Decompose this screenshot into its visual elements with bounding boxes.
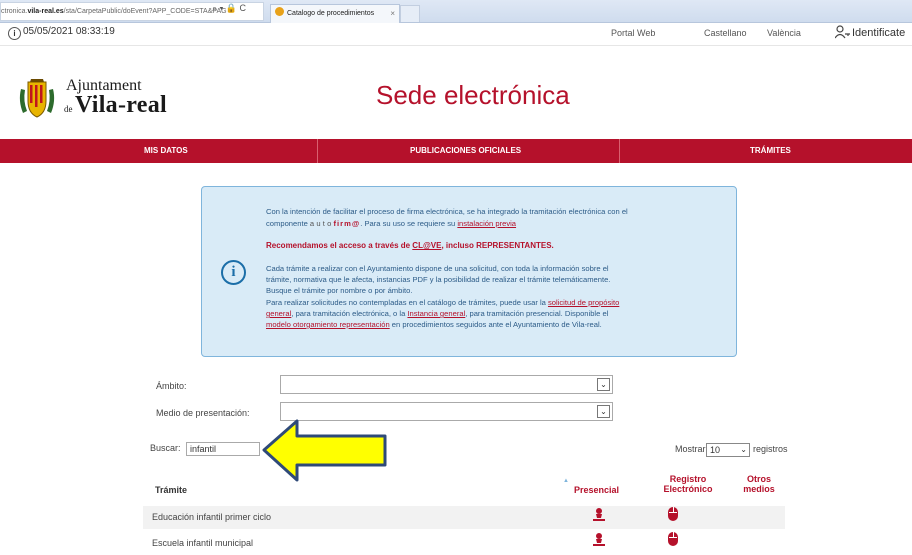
mouse-icon[interactable] xyxy=(668,507,678,521)
recommendation-text: Recomendamos el acceso a través de xyxy=(266,241,413,250)
url-domain: vila-real.es xyxy=(27,8,64,15)
registros-label: registros xyxy=(753,444,788,454)
chevron-down-icon: ⌄ xyxy=(740,445,747,454)
recommendation-line: Recomendamos el acceso a través de CL@VE… xyxy=(266,241,554,250)
mouse-icon[interactable] xyxy=(668,532,678,546)
info-text: Para realizar solicitudes no contemplada… xyxy=(266,298,548,307)
clock-icon: i xyxy=(8,27,21,40)
person-icon[interactable] xyxy=(593,508,605,524)
info-text-line: Busque el trámite por nombre o por ámbit… xyxy=(266,286,413,295)
ambito-select[interactable]: ⌄ xyxy=(280,375,613,394)
recommendation-text: , incluso REPRESENTANTES. xyxy=(441,241,554,250)
url-path: /sta/CarpetaPublic/doEvent?APP_CODE=STA&… xyxy=(63,8,227,15)
column-header-presencial[interactable]: Presencial xyxy=(574,485,619,495)
search-input[interactable] xyxy=(186,442,260,456)
mostrar-label: Mostrar xyxy=(675,444,706,454)
language-valencia-link[interactable]: València xyxy=(767,28,801,38)
tab-title: Catalogo de procedimientos xyxy=(287,10,375,17)
user-key-icon[interactable] xyxy=(834,25,851,42)
logo-text-de: de xyxy=(64,104,73,114)
nav-divider xyxy=(317,139,318,163)
sort-ascending-icon[interactable]: ▲ xyxy=(563,478,569,484)
clave-link[interactable]: CL@VE xyxy=(412,241,441,250)
yellow-arrow-icon xyxy=(261,418,389,483)
vila-real-coat-of-arms-logo[interactable] xyxy=(18,79,56,119)
browser-tab[interactable]: Catalogo de procedimientos × xyxy=(270,4,400,23)
tramite-name[interactable]: Educación infantil primer ciclo xyxy=(152,512,271,522)
page-title: Sede electrónica xyxy=(376,80,570,110)
column-header-text: medios xyxy=(743,484,775,494)
main-nav: MIS DATOS PUBLICACIONES OFICIALES TRÁMIT… xyxy=(0,139,912,163)
url-prefix: ctronica. xyxy=(1,8,28,15)
column-header-text: Registro xyxy=(669,474,707,484)
info-text-line: modelo otorgamiento representación en pr… xyxy=(266,320,602,329)
login-link[interactable]: Identificate xyxy=(852,27,905,39)
solicitud-proposito-general-link[interactable]: solicitud de propósito xyxy=(548,298,619,307)
info-text: , para tramitación electrónica, o la xyxy=(291,309,408,318)
info-text-line: Para realizar solicitudes no contemplada… xyxy=(266,298,619,307)
datetime: 05/05/2021 08:33:19 xyxy=(23,26,115,37)
new-tab-button[interactable] xyxy=(400,5,420,22)
nav-publicaciones-oficiales[interactable]: PUBLICACIONES OFICIALES xyxy=(410,139,521,163)
person-icon[interactable] xyxy=(593,533,605,549)
page-size-value: 10 xyxy=(710,445,721,455)
info-text-line: trámite, normativa que le afecta, instan… xyxy=(266,275,611,284)
table-row[interactable]: Educación infantil primer ciclo xyxy=(143,506,785,529)
nav-divider xyxy=(619,139,620,163)
tab-close-icon[interactable]: × xyxy=(390,5,395,23)
medio-presentacion-label: Medio de presentación: xyxy=(156,408,250,418)
info-text-line: Con la intención de facilitar el proceso… xyxy=(266,207,628,216)
portal-web-link[interactable]: Portal Web xyxy=(611,28,655,38)
info-text-line: general, para tramitación electrónica, o… xyxy=(266,309,608,318)
column-header-text: Electrónico xyxy=(663,484,713,494)
column-header-tramite[interactable]: Trámite xyxy=(155,485,187,495)
autofirma-logo-text: firm@ xyxy=(333,219,361,228)
info-text: , para tramitación presencial. Disponibl… xyxy=(465,309,609,318)
instancia-general-link[interactable]: Instancia general xyxy=(407,309,465,318)
info-text-line: componente autofirm@. Para su uso se req… xyxy=(266,219,516,228)
column-header-otros-medios[interactable]: Otros medios xyxy=(734,474,784,494)
nav-tramites[interactable]: TRÁMITES xyxy=(750,139,791,163)
column-header-registro-electronico[interactable]: Registro Electrónico xyxy=(658,474,718,494)
column-header-text: Otros xyxy=(746,474,771,484)
modelo-representacion-link[interactable]: modelo otorgamiento representación xyxy=(266,320,390,329)
instalacion-previa-link[interactable]: instalación previa xyxy=(457,219,516,228)
chevron-down-icon: ⌄ xyxy=(597,405,610,418)
language-castellano-link[interactable]: Castellano xyxy=(704,28,747,38)
nav-mis-datos[interactable]: MIS DATOS xyxy=(144,139,188,163)
page-size-select[interactable]: 10 ⌄ xyxy=(706,443,750,457)
solicitud-proposito-general-link[interactable]: general xyxy=(266,309,291,318)
address-bar-icons[interactable]: ⌕ ▾ 🔒 C xyxy=(212,3,246,14)
info-text: en procedimientos seguidos ante el Ayunt… xyxy=(389,320,602,329)
autofirma-logo-text: auto xyxy=(309,219,334,228)
info-text: . Para su uso se requiere su xyxy=(360,219,458,228)
info-text: componente xyxy=(266,219,310,228)
site-favicon-icon xyxy=(275,7,284,16)
logo-text-vila-real: Vila-real xyxy=(75,92,168,118)
table-row[interactable]: Escuela infantil municipal xyxy=(143,532,785,555)
ambito-label: Ámbito: xyxy=(156,381,187,391)
chevron-down-icon: ⌄ xyxy=(597,378,610,391)
buscar-label: Buscar: xyxy=(150,443,181,453)
info-icon: i xyxy=(221,260,246,285)
info-text-line: Cada trámite a realizar con el Ayuntamie… xyxy=(266,264,609,273)
tramite-name[interactable]: Escuela infantil municipal xyxy=(152,538,253,548)
